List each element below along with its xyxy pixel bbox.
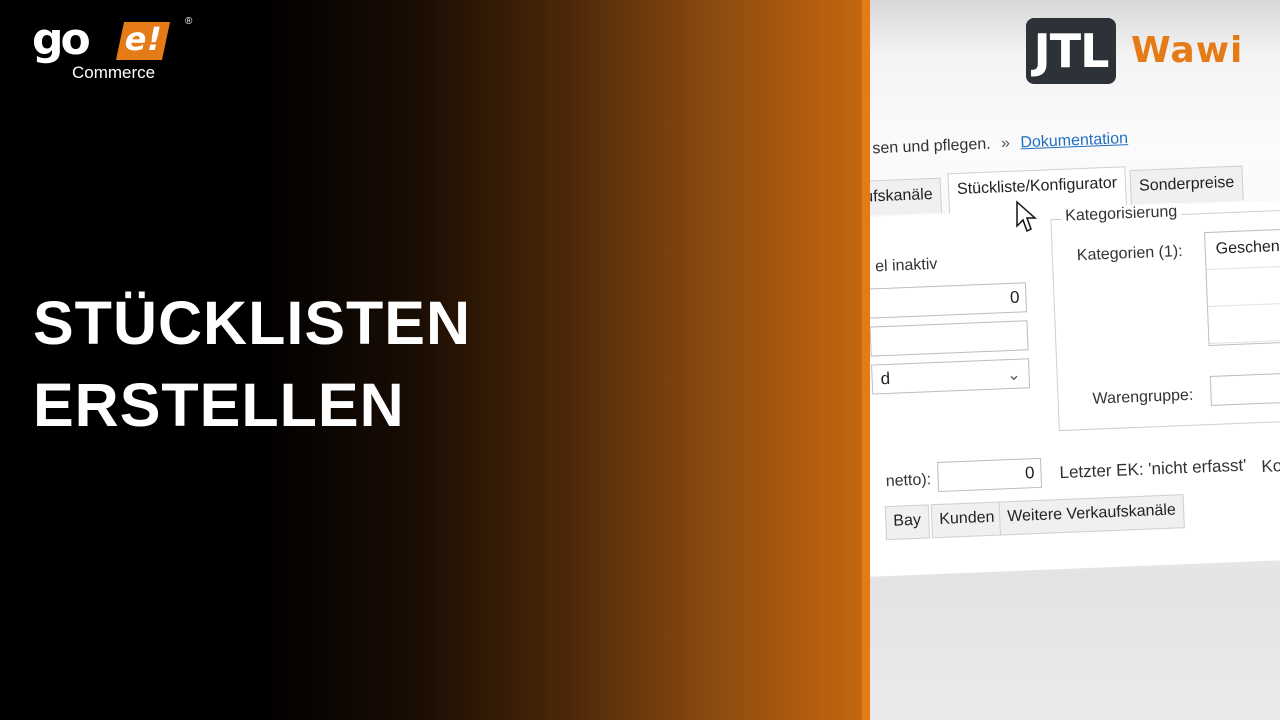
tab-ebay[interactable]: Bay xyxy=(884,504,930,541)
description-text: sen und pflegen. xyxy=(872,135,991,158)
category-empty-row xyxy=(1208,299,1280,344)
headline-line-2: ERSTELLEN xyxy=(33,371,405,439)
product-group-label: Warengruppe: xyxy=(1092,386,1194,408)
cost-label: Kost xyxy=(1261,455,1280,476)
categories-label: Kategorien (1): xyxy=(1076,242,1183,265)
app-screenshot: sen und pflegen. » Dokumentation Verkauf… xyxy=(870,0,1280,720)
tab-sonderpreise[interactable]: Sonderpreise xyxy=(1129,165,1244,206)
documentation-link[interactable]: Dokumentation xyxy=(1020,130,1128,151)
jtl-logo: JTL xyxy=(1026,18,1116,84)
category-empty-row xyxy=(1206,262,1280,308)
logo-go-text: go xyxy=(32,14,91,65)
logo-e-cart-icon: e! xyxy=(115,20,171,60)
registered-mark: ® xyxy=(185,16,193,27)
headline: STÜCKLISTEN ERSTELLEN xyxy=(33,282,471,446)
category-item[interactable]: Geschen xyxy=(1205,225,1280,271)
breadcrumb-separator: » xyxy=(1000,134,1011,153)
categorization-group: Kategorisierung Kategorien (1): Geschen … xyxy=(1050,203,1280,432)
headline-line-1: STÜCKLISTEN xyxy=(33,289,471,357)
tab-verkaufskanaele[interactable]: Verkaufskanäle xyxy=(870,177,943,218)
go-ecommerce-logo: go e! ® Commerce xyxy=(32,12,202,87)
mouse-cursor-icon xyxy=(1016,200,1037,233)
jtl-article-form: sen und pflegen. » Dokumentation Verkauf… xyxy=(870,69,1280,578)
select-field[interactable]: d ⌄ xyxy=(871,358,1031,395)
number-field[interactable]: 0 xyxy=(870,282,1028,319)
categorization-title: Kategorisierung xyxy=(1060,203,1182,226)
tab-kunden[interactable]: Kunden xyxy=(930,501,1004,539)
last-purchase-text: Letzter EK: 'nicht erfasst' xyxy=(1059,455,1247,483)
orange-divider xyxy=(862,0,870,720)
chevron-down-icon: ⌄ xyxy=(1006,366,1021,385)
product-group-field[interactable] xyxy=(1209,368,1280,406)
net-price-label: netto): xyxy=(885,471,932,491)
inactive-label: el inaktiv xyxy=(874,255,938,276)
categories-list[interactable]: Geschen xyxy=(1204,224,1280,347)
logo-commerce-text: Commerce xyxy=(72,63,156,82)
wawi-logo-text: Wawi xyxy=(1131,30,1244,71)
select-value: d xyxy=(880,368,891,389)
net-price-field[interactable]: 0 xyxy=(937,457,1043,492)
text-field[interactable] xyxy=(870,320,1029,357)
description-line: sen und pflegen. » Dokumentation xyxy=(872,130,1128,158)
